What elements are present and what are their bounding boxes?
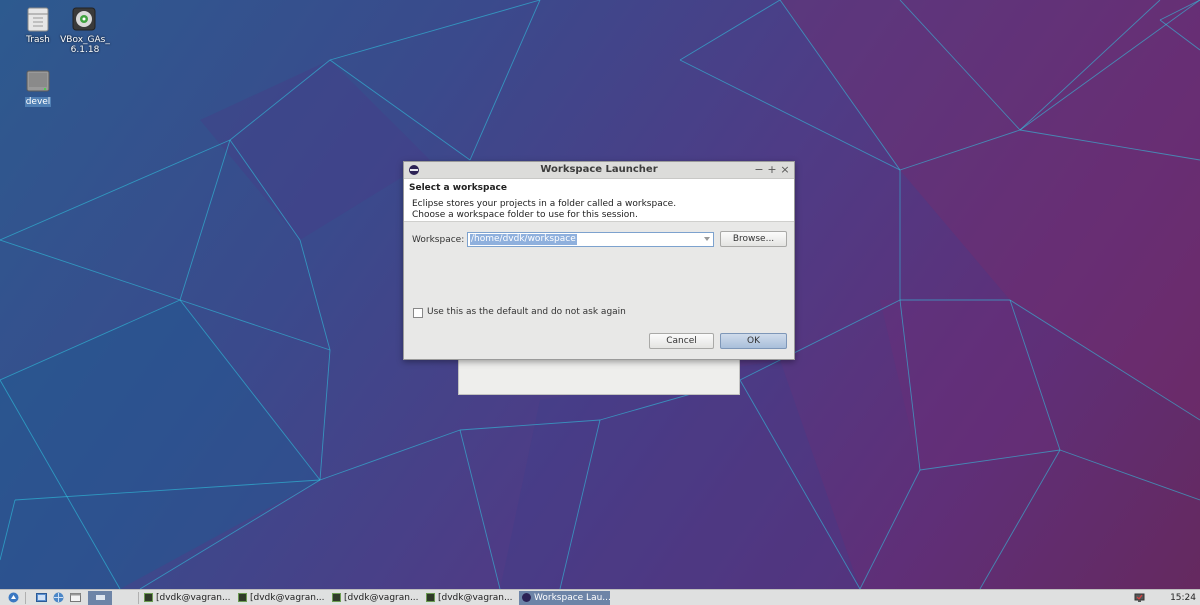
- task-label: [dvdk@vagran...: [250, 593, 325, 603]
- eclipse-icon: [522, 593, 531, 602]
- dialog-title: Workspace Launcher: [540, 164, 658, 175]
- header-title: Select a workspace: [409, 183, 507, 193]
- devel-desktop-icon[interactable]: devel: [22, 68, 54, 107]
- optical-disc-icon: [72, 7, 96, 31]
- trash-desktop-icon[interactable]: Trash: [22, 6, 54, 45]
- workspace-label: Workspace:: [412, 235, 465, 245]
- default-workspace-checkbox[interactable]: [413, 308, 423, 318]
- task-label: [dvdk@vagran...: [156, 593, 231, 603]
- vbox-desktop-icon[interactable]: VBox_GAs_6.1.18: [56, 6, 112, 55]
- trash-icon: [27, 7, 49, 32]
- terminal-icon: [144, 593, 153, 602]
- minimize-button[interactable]: −: [753, 163, 765, 176]
- close-button[interactable]: ×: [779, 163, 791, 176]
- workspace-input[interactable]: /home/dvdk/workspace: [470, 234, 577, 245]
- task-label: Workspace Lau...: [534, 593, 610, 603]
- desktop: Trash VBox_GAs_6.1.18 devel Workspace La…: [0, 0, 1200, 589]
- browse-button[interactable]: Browse...: [720, 231, 787, 247]
- desktop-pager[interactable]: [88, 591, 112, 605]
- background-window: [458, 358, 740, 395]
- taskbar-separator: [138, 592, 139, 604]
- cancel-button[interactable]: Cancel: [649, 333, 714, 349]
- default-workspace-label[interactable]: Use this as the default and do not ask a…: [427, 307, 626, 317]
- workspace-launcher-dialog: Workspace Launcher − + × Select a worksp…: [403, 161, 795, 360]
- terminal-icon: [426, 593, 435, 602]
- ok-button[interactable]: OK: [720, 333, 787, 349]
- terminal-icon: [332, 593, 341, 602]
- dialog-header: Select a workspace Eclipse stores your p…: [404, 179, 794, 222]
- task-label: [dvdk@vagran...: [438, 593, 513, 603]
- header-description-line2: Choose a workspace folder to use for thi…: [412, 210, 638, 220]
- start-menu-icon[interactable]: [8, 592, 19, 603]
- task-terminal-3[interactable]: [dvdk@vagran...: [329, 591, 420, 605]
- dialog-titlebar[interactable]: Workspace Launcher − + ×: [404, 162, 794, 179]
- taskbar: [dvdk@vagran... [dvdk@vagran... [dvdk@va…: [0, 589, 1200, 605]
- terminal-icon: [238, 593, 247, 602]
- devel-label: devel: [24, 97, 52, 107]
- task-terminal-1[interactable]: [dvdk@vagran...: [141, 591, 232, 605]
- task-terminal-4[interactable]: [dvdk@vagran...: [423, 591, 514, 605]
- window-icon[interactable]: [70, 592, 81, 603]
- trash-label: Trash: [26, 35, 50, 45]
- pager-desktop-icon: [96, 595, 105, 600]
- clock[interactable]: 15:24: [1170, 591, 1196, 605]
- network-icon[interactable]: [1134, 592, 1145, 603]
- taskbar-separator: [25, 592, 26, 604]
- task-terminal-2[interactable]: [dvdk@vagran...: [235, 591, 326, 605]
- task-workspace-launcher[interactable]: Workspace Lau...: [519, 591, 610, 605]
- header-description-line1: Eclipse stores your projects in a folder…: [412, 199, 677, 209]
- drive-icon: [26, 70, 50, 92]
- chevron-down-icon[interactable]: [704, 237, 710, 241]
- workspace-combobox[interactable]: /home/dvdk/workspace: [467, 232, 714, 247]
- task-label: [dvdk@vagran...: [344, 593, 419, 603]
- file-manager-icon[interactable]: [36, 592, 47, 603]
- browser-icon[interactable]: [53, 592, 64, 603]
- vbox-label: VBox_GAs_6.1.18: [60, 35, 110, 55]
- maximize-button[interactable]: +: [766, 163, 778, 176]
